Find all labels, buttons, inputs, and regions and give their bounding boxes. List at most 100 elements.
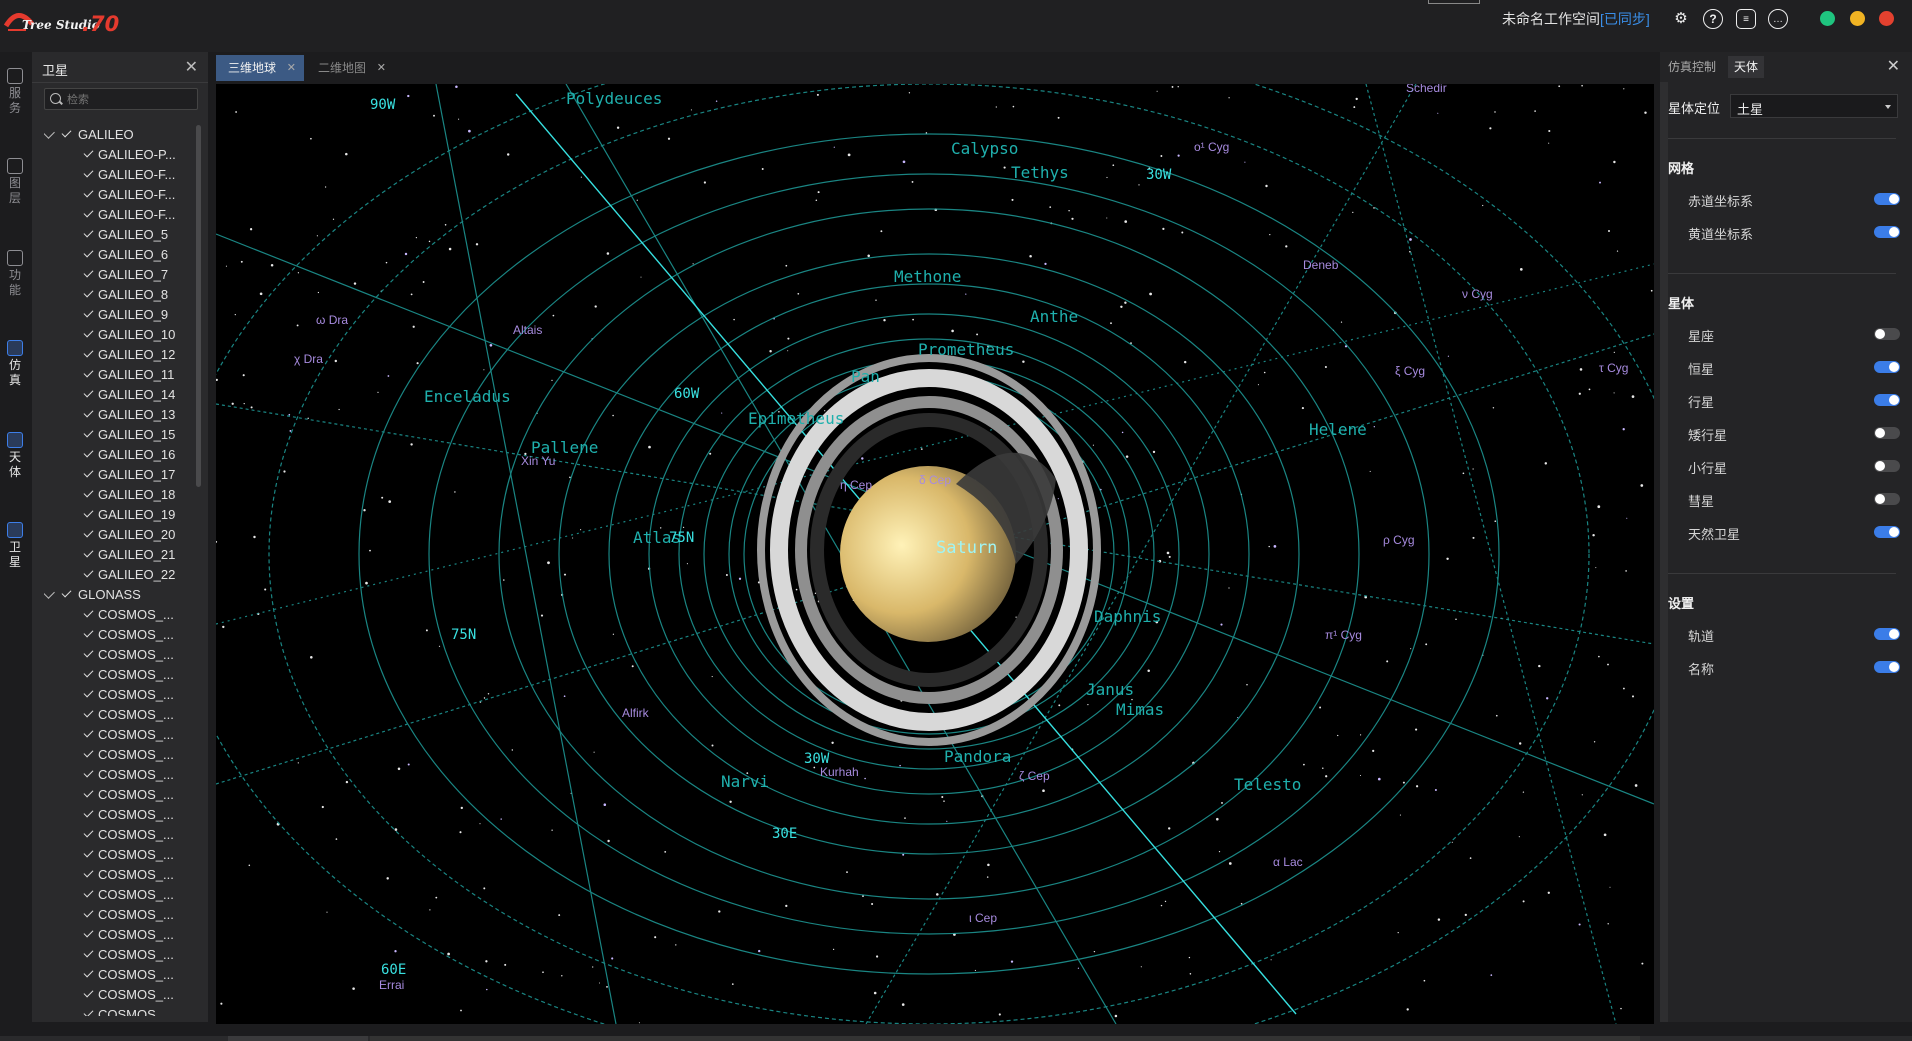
moon-label[interactable]: Prometheus <box>918 340 1014 359</box>
satellite-search-input[interactable] <box>65 91 197 109</box>
checkbox-checked-icon[interactable] <box>83 267 94 278</box>
star-label[interactable]: τ Cyg <box>1599 361 1628 375</box>
star-label[interactable]: ω Dra <box>316 313 348 327</box>
tree-item-satellite[interactable]: COSMOS_... <box>44 804 184 824</box>
star-label[interactable]: δ Cep <box>919 473 951 487</box>
rail-item-services[interactable]: 服务 <box>0 68 30 116</box>
moon-label[interactable]: Polydeuces <box>566 89 662 108</box>
checkbox-checked-icon[interactable] <box>83 647 94 658</box>
star-label[interactable]: Schedir <box>1406 84 1447 95</box>
tree-item-satellite[interactable]: GALILEO_9 <box>44 304 184 324</box>
checkbox-checked-icon[interactable] <box>83 787 94 798</box>
checkbox-checked-icon[interactable] <box>83 827 94 838</box>
window-close-dot-icon[interactable] <box>1879 11 1894 26</box>
setting-toggle[interactable] <box>1874 460 1900 472</box>
tree-item-satellite[interactable]: GALILEO-F... <box>44 204 184 224</box>
tree-item-satellite[interactable]: GALILEO-P... <box>44 144 184 164</box>
checkbox-checked-icon[interactable] <box>83 847 94 858</box>
setting-toggle[interactable] <box>1874 427 1900 439</box>
window-maximize-dot-icon[interactable] <box>1850 11 1865 26</box>
checkbox-checked-icon[interactable] <box>83 187 94 198</box>
satellite-tree-scrollbar[interactable] <box>196 125 201 487</box>
tree-item-satellite[interactable]: GALILEO_13 <box>44 404 184 424</box>
body-locate-select[interactable]: 土星 <box>1730 94 1898 118</box>
scroll-thumb[interactable] <box>228 1036 368 1041</box>
rail-item-functions[interactable]: 功能 <box>0 250 30 298</box>
checkbox-checked-icon[interactable] <box>83 607 94 618</box>
checkbox-checked-icon[interactable] <box>83 387 94 398</box>
tree-item-satellite[interactable]: COSMOS_... <box>44 824 184 844</box>
tree-item-satellite[interactable]: GALILEO_15 <box>44 424 184 444</box>
bottom-scrollbar[interactable] <box>0 1036 1912 1041</box>
star-label[interactable]: Xin Yu <box>521 454 555 468</box>
star-label[interactable]: ν Cyg <box>1462 287 1493 301</box>
planet-label[interactable]: Saturn <box>936 538 997 558</box>
tree-group-glonass[interactable]: GLONASS <box>44 584 184 604</box>
setting-toggle[interactable] <box>1874 226 1900 238</box>
tree-item-satellite[interactable]: GALILEO-F... <box>44 184 184 204</box>
tree-item-satellite[interactable]: COSMOS_... <box>44 644 184 664</box>
globe-viewport[interactable]: Saturn Polydeuces Calypso Tethys Methone Ant… <box>216 84 1654 1024</box>
tree-item-satellite[interactable]: COSMOS_... <box>44 944 184 964</box>
workspace-title[interactable]: 未命名工作空间[已同步] <box>1502 9 1650 29</box>
moon-label[interactable]: Telesto <box>1234 775 1301 794</box>
close-icon[interactable]: ✕ <box>1887 56 1900 76</box>
checkbox-checked-icon[interactable] <box>83 727 94 738</box>
setting-toggle[interactable] <box>1874 661 1900 673</box>
tree-item-satellite[interactable]: COSMOS_... <box>44 784 184 804</box>
checkbox-checked-icon[interactable] <box>83 707 94 718</box>
star-label[interactable]: Kurhah <box>820 765 859 779</box>
tab-celestial[interactable]: 天体 <box>1728 56 1765 78</box>
tree-item-satellite[interactable]: GALILEO_16 <box>44 444 184 464</box>
tree-item-satellite[interactable]: COSMOS_... <box>44 684 184 704</box>
checkbox-checked-icon[interactable] <box>83 447 94 458</box>
checkbox-checked-icon[interactable] <box>83 967 94 978</box>
checkbox-checked-icon[interactable] <box>83 927 94 938</box>
tree-item-satellite[interactable]: GALILEO_10 <box>44 324 184 344</box>
tree-group-galileo[interactable]: GALILEO <box>44 124 184 144</box>
checkbox-checked-icon[interactable] <box>83 207 94 218</box>
tab-3d-globe[interactable]: 三维地球 ✕ <box>216 55 304 81</box>
tree-item-satellite[interactable]: GALILEO-F... <box>44 164 184 184</box>
moon-label[interactable]: Pan <box>851 367 880 386</box>
tab-close-icon[interactable]: ✕ <box>287 55 296 81</box>
document-icon[interactable]: ≡ <box>1736 9 1756 29</box>
star-label[interactable]: π¹ Cyg <box>1325 628 1362 642</box>
tree-item-satellite[interactable]: COSMOS_... <box>44 704 184 724</box>
star-label[interactable]: χ Dra <box>294 352 323 366</box>
moon-label[interactable]: Daphnis <box>1094 607 1161 626</box>
settings-gear-icon[interactable]: ⚙ <box>1670 7 1692 29</box>
tree-item-satellite[interactable]: GALILEO_19 <box>44 504 184 524</box>
tree-item-satellite[interactable]: COSMOS_... <box>44 884 184 904</box>
satellite-search[interactable] <box>44 88 198 110</box>
star-label[interactable]: ο¹ Cyg <box>1194 140 1229 154</box>
top-drag-handle[interactable] <box>1428 0 1480 4</box>
moon-label[interactable]: Anthe <box>1030 307 1078 326</box>
checkbox-checked-icon[interactable] <box>83 567 94 578</box>
checkbox-checked-icon[interactable] <box>83 287 94 298</box>
tree-item-satellite[interactable]: GALILEO_21 <box>44 544 184 564</box>
setting-toggle[interactable] <box>1874 394 1900 406</box>
setting-toggle[interactable] <box>1874 361 1900 373</box>
star-label[interactable]: Altais <box>513 323 542 337</box>
tab-simulation-control[interactable]: 仿真控制 <box>1662 56 1722 78</box>
tree-item-satellite[interactable]: GALILEO_22 <box>44 564 184 584</box>
checkbox-checked-icon[interactable] <box>83 487 94 498</box>
moon-label[interactable]: Narvi <box>721 772 769 791</box>
checkbox-checked-icon[interactable] <box>83 867 94 878</box>
checkbox-checked-icon[interactable] <box>83 667 94 678</box>
checkbox-checked-icon[interactable] <box>61 587 72 598</box>
tree-item-satellite[interactable]: GALILEO_17 <box>44 464 184 484</box>
checkbox-checked-icon[interactable] <box>83 887 94 898</box>
tree-item-satellite[interactable]: COSMOS_... <box>44 624 184 644</box>
setting-toggle[interactable] <box>1874 493 1900 505</box>
tree-item-satellite[interactable]: GALILEO_5 <box>44 224 184 244</box>
moon-label[interactable]: Pandora <box>944 747 1011 766</box>
setting-toggle[interactable] <box>1874 526 1900 538</box>
setting-toggle[interactable] <box>1874 193 1900 205</box>
rail-item-layers[interactable]: 图层 <box>0 158 30 206</box>
checkbox-checked-icon[interactable] <box>83 547 94 558</box>
star-label[interactable]: Deneb <box>1303 258 1339 272</box>
star-label[interactable]: ζ Cep <box>1019 769 1050 783</box>
checkbox-checked-icon[interactable] <box>83 147 94 158</box>
